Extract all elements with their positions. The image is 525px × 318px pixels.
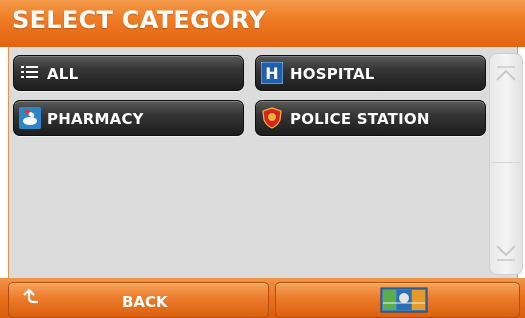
back-button[interactable]: BACK (8, 282, 269, 318)
category-label-hospital: HOSPITAL (290, 65, 375, 83)
category-button-police-station[interactable]: POLICE STATION (255, 100, 486, 136)
category-label-police-station: POLICE STATION (290, 110, 430, 128)
page-title: SELECT CATEGORY (12, 6, 266, 34)
category-label-pharmacy: PHARMACY (47, 110, 144, 128)
list-icon (19, 62, 41, 84)
chevron-up-icon (496, 66, 516, 81)
category-button-all[interactable]: ALL (13, 55, 244, 91)
police-badge-icon (261, 107, 283, 129)
screen: SELECT CATEGORY ALL H HOSPITAL PHARMACY … (0, 0, 525, 318)
back-arrow-icon (23, 288, 38, 304)
hospital-icon: H (260, 61, 284, 85)
scrollbar[interactable] (489, 53, 523, 275)
category-button-pharmacy[interactable]: PHARMACY (13, 100, 244, 136)
map-button[interactable] (275, 282, 520, 318)
map-icon (380, 287, 428, 313)
svg-text:H: H (265, 64, 278, 83)
footer-bar: BACK (0, 278, 525, 318)
chevron-down-icon (496, 245, 516, 261)
scroll-down-button[interactable] (490, 230, 522, 270)
scroll-up-button[interactable] (490, 58, 522, 98)
back-label: BACK (122, 293, 168, 311)
title-bar: SELECT CATEGORY (0, 0, 525, 47)
category-label-all: ALL (47, 65, 79, 83)
scrollbar-divider (492, 162, 520, 163)
category-panel: ALL H HOSPITAL PHARMACY POLICE STATION (8, 47, 518, 278)
pharmacy-icon (19, 107, 41, 129)
category-button-hospital[interactable]: H HOSPITAL (255, 55, 486, 91)
